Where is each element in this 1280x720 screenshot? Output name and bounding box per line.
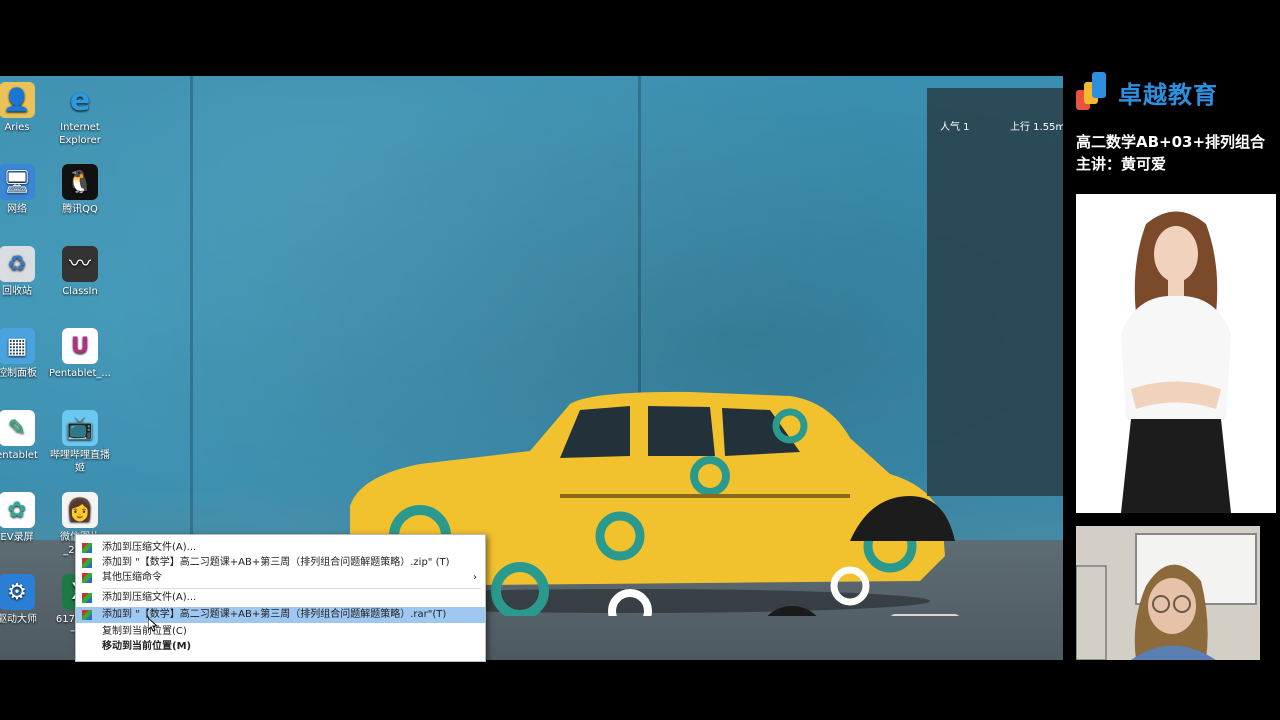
menu-item-add-to-archive-2[interactable]: 添加到压缩文件(A)...: [76, 590, 485, 606]
image-file-icon: 👩: [62, 492, 98, 528]
brand-mark-icon: [1076, 72, 1112, 112]
context-menu: 添加到压缩文件(A)... 添加到 "【数学】高二习题课+AB+第三周（排列组合…: [75, 534, 486, 662]
desktop-icon-classin[interactable]: 〰 ClassIn: [49, 246, 111, 298]
qq-penguin-icon: 🐧: [62, 164, 98, 200]
desktop-icon-aries[interactable]: 👤 Aries: [0, 82, 48, 134]
folder-user-icon: 👤: [0, 82, 35, 118]
brand-name: 卓越教育: [1118, 80, 1218, 109]
teacher-webcam-feed: [1076, 526, 1260, 660]
mouse-cursor-icon: [148, 618, 158, 632]
driver-master-icon: ⚙: [0, 574, 35, 610]
recycle-bin-icon: ♻: [0, 246, 35, 282]
winrar-icon: [82, 593, 92, 603]
desktop-icon-pentablet[interactable]: U Pentablet_...: [49, 328, 111, 380]
desktop-icon-entablet[interactable]: ✎ entablet: [0, 410, 48, 462]
desktop-icon-bilibili-live[interactable]: 📺 哔哩哔哩直播姬: [49, 410, 111, 475]
menu-item-other-compress-commands[interactable]: 其他压缩命令 ›: [76, 570, 485, 586]
desktop-icon-driver-master[interactable]: ⚙ 驱动大师: [0, 574, 48, 626]
course-title: 高二数学AB+03+排列组合: [1076, 133, 1266, 151]
brand-logo: 卓越教育: [1076, 70, 1218, 114]
submenu-arrow-icon: ›: [473, 572, 477, 583]
menu-item-copy-here[interactable]: 复制到当前位置(C): [76, 624, 485, 640]
winrar-icon: [82, 610, 92, 620]
upload-stat: 上行 1.55m: [1010, 122, 1063, 133]
menu-item-add-to-archive[interactable]: 添加到压缩文件(A)...: [76, 540, 485, 556]
winrar-icon: [82, 573, 92, 583]
popularity-stat: 人气 1: [940, 122, 970, 133]
classin-icon: 〰: [62, 246, 98, 282]
ev-recorder-icon: ✿: [0, 492, 35, 528]
winrar-icon: [82, 543, 92, 553]
desktop-icon-control-panel[interactable]: ▦ 控制面板: [0, 328, 48, 380]
internet-explorer-icon: e: [69, 82, 91, 118]
desktop-icon-ev-recorder[interactable]: ✿ EV录屏: [0, 492, 48, 544]
menu-separator: [102, 588, 481, 589]
teacher-portrait: [1076, 194, 1276, 513]
winrar-icon: [82, 558, 92, 568]
stats-overlay-panel: [927, 88, 1063, 496]
menu-item-move-here[interactable]: 移动到当前位置(M): [76, 639, 485, 655]
bilibili-live-icon: 📺: [62, 410, 98, 446]
menu-item-add-to-zip[interactable]: 添加到 "【数学】高二习题课+AB+第三周（排列组合问题解题策略）.zip" (…: [76, 555, 485, 571]
menu-item-add-to-rar[interactable]: 添加到 "【数学】高二习题课+AB+第三周（排列组合问题解题策略）.rar"(T…: [76, 607, 485, 623]
control-panel-icon: ▦: [0, 328, 35, 364]
desktop-icon-internet-explorer[interactable]: e Internet Explorer: [49, 82, 111, 147]
teacher-name: 主讲：黄可爱: [1076, 155, 1167, 173]
desktop-icon-qq[interactable]: 🐧 腾讯QQ: [49, 164, 111, 216]
desktop-icon-network[interactable]: 🖥 网络: [0, 164, 48, 216]
pentablet-icon: U: [62, 328, 98, 364]
desktop-icon-recycle-bin[interactable]: ♻ 回收站: [0, 246, 48, 298]
network-icon: 🖥: [0, 164, 35, 200]
pen-tablet-icon: ✎: [0, 410, 35, 446]
